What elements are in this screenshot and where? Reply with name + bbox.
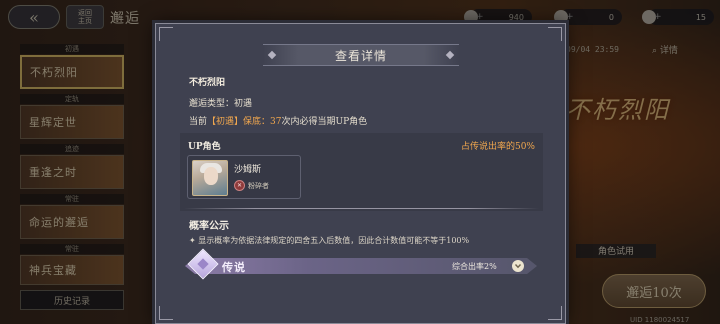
character-portrait — [192, 160, 228, 196]
character-class: 粉碎者 — [248, 182, 269, 190]
chevron-down-icon — [514, 264, 522, 269]
section-divider — [184, 208, 539, 209]
rarity-name: 传说 — [222, 261, 246, 274]
modal-title: 查看详情 — [334, 48, 387, 63]
pity-info: 当前【初遇】保底：37次内必得当期UP角色 — [189, 114, 367, 127]
up-header: UP角色 — [188, 142, 221, 152]
corner-ornament — [159, 27, 173, 41]
gem-core — [197, 258, 209, 270]
corner-ornament — [548, 27, 562, 41]
rarity-rate: 综合出率2% — [452, 262, 497, 271]
portrait-face — [204, 167, 218, 185]
corner-ornament — [548, 306, 562, 320]
corner-ornament — [159, 306, 173, 320]
class-badge-icon: ✕ — [234, 180, 245, 191]
up-rate: 占传说出率的50% — [460, 142, 535, 152]
probability-note: ✦ 显示概率为依据法律规定的四舍五入后数值，因此合计数值可能不等于100% — [189, 236, 470, 245]
banner-type: 邂逅类型：初遇 — [189, 99, 253, 109]
diamond-icon — [445, 50, 455, 60]
modal-header: 查看详情 — [263, 44, 459, 66]
pity-prefix: 当前 — [189, 117, 208, 127]
legendary-gem-icon — [187, 248, 219, 280]
banner-name: 不朽烈阳 — [189, 78, 226, 88]
detail-modal: 查看详情 不朽烈阳 邂逅类型：初遇 当前【初遇】保底：37次内必得当期UP角色 … — [155, 23, 566, 324]
diamond-icon — [267, 50, 277, 60]
probability-title: 概率公示 — [189, 221, 229, 232]
character-card[interactable]: 沙姆斯 ✕ 粉碎者 — [187, 155, 301, 199]
pity-suffix: 次内必得当期UP角色 — [281, 117, 368, 127]
pity-tag: 【初遇】保底： — [207, 117, 271, 127]
character-name: 沙姆斯 — [234, 165, 262, 175]
up-character-section: UP角色 占传说出率的50% 沙姆斯 ✕ 粉碎者 — [180, 133, 543, 211]
expand-button[interactable] — [512, 260, 524, 272]
pity-count: 37 — [270, 117, 282, 127]
